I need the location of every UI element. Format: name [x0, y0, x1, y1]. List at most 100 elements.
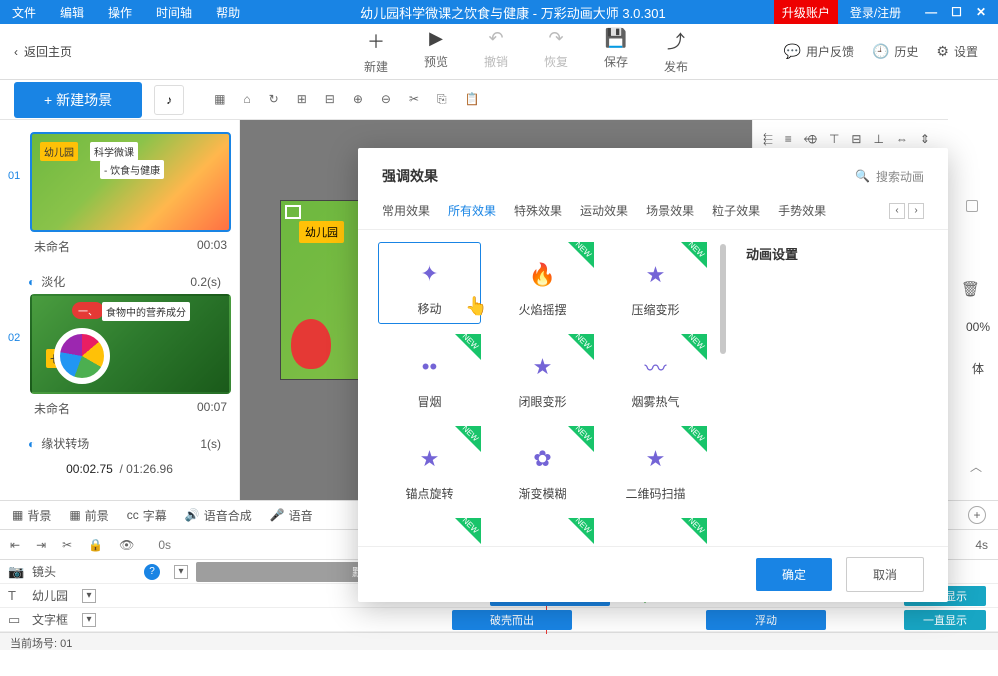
- scene-item[interactable]: 01 幼儿园科学微课- 饮食与健康 未命名00:03: [8, 132, 231, 261]
- effect-item[interactable]: [604, 518, 707, 546]
- effect-item[interactable]: ✦ 移动: [378, 242, 481, 324]
- dist-h-icon[interactable]: ⇔: [896, 132, 908, 147]
- prev-page-button[interactable]: ‹: [889, 203, 905, 219]
- bottom-tab[interactable]: 🎤语音: [270, 507, 313, 524]
- menu-edit[interactable]: 编辑: [48, 0, 96, 25]
- effect-item[interactable]: ✿ 渐变模糊: [491, 426, 594, 508]
- effect-item[interactable]: 🔥 火焰摇摆: [491, 242, 594, 324]
- layer-icon[interactable]: ▦: [214, 92, 225, 107]
- align-top-icon[interactable]: ⊤: [829, 132, 839, 147]
- zoom-out-icon[interactable]: ⊖: [381, 92, 391, 107]
- dialog-tab[interactable]: 场景效果: [646, 202, 694, 219]
- effect-item[interactable]: •• 冒烟: [378, 334, 481, 416]
- align-icon[interactable]: ⊞: [297, 92, 307, 107]
- bottom-tab[interactable]: cc字幕: [127, 507, 167, 524]
- copy-icon[interactable]: ⎘: [437, 92, 447, 107]
- dialog-tab[interactable]: 运动效果: [580, 202, 628, 219]
- tl-cut-icon[interactable]: ✂: [62, 538, 72, 552]
- dialog-tab[interactable]: 特殊效果: [514, 202, 562, 219]
- chevron-left-icon: ‹: [14, 45, 18, 59]
- effect-item[interactable]: ★ 闭眼变形: [491, 334, 594, 416]
- search-input[interactable]: 🔍 搜索动画: [855, 168, 924, 185]
- rotate-icon[interactable]: ↻: [269, 92, 279, 107]
- tl-eye-icon[interactable]: 👁: [119, 538, 134, 552]
- ok-button[interactable]: 确定: [756, 558, 832, 591]
- track-header[interactable]: T 幼儿园 ▾: [0, 587, 196, 604]
- feedback-button[interactable]: 💬用户反馈: [784, 43, 854, 60]
- save-button[interactable]: 💾保存: [586, 28, 646, 75]
- timeline-clip[interactable]: 破壳而出: [452, 610, 572, 630]
- align-right-icon[interactable]: ⬲: [804, 132, 817, 147]
- scene-item[interactable]: 02 一、食物中的营养成分七大营养素 未命名00:07: [8, 294, 231, 423]
- effect-item[interactable]: [378, 518, 481, 546]
- effect-item[interactable]: 〰 烟雾热气: [604, 334, 707, 416]
- expand-button[interactable]: ▾: [82, 589, 96, 603]
- effect-item[interactable]: ★ 锚点旋转: [378, 426, 481, 508]
- transition-row[interactable]: ◐ 缘状转场 1(s): [8, 431, 231, 456]
- new-button[interactable]: ＋新建: [346, 28, 406, 75]
- track-header[interactable]: ▭ 文字框 ▾: [0, 611, 196, 628]
- align-center-icon[interactable]: ≡: [785, 132, 792, 147]
- preview-button[interactable]: ▶预览: [406, 28, 466, 75]
- bottom-tab[interactable]: ▦前景: [69, 507, 108, 524]
- fit-icon[interactable]: ⊟: [325, 92, 335, 107]
- menu-action[interactable]: 操作: [96, 0, 144, 25]
- transition-row[interactable]: ◐ 淡化 0.2(s): [8, 269, 231, 294]
- expand-button[interactable]: ▾: [82, 613, 96, 627]
- settings-button[interactable]: ⚙设置: [936, 43, 978, 60]
- effect-item[interactable]: ★ 二维码扫描: [604, 426, 707, 508]
- dialog-tab[interactable]: 粒子效果: [712, 202, 760, 219]
- help-icon[interactable]: ?: [144, 564, 160, 580]
- canvas-tools: ▦ ⌂ ↻ ⊞ ⊟ ⊕ ⊖ ✂ ⎘ 📋: [214, 92, 480, 107]
- max-button[interactable]: ☐: [951, 5, 962, 19]
- dist-v-icon[interactable]: ⇕: [920, 132, 930, 147]
- login-button[interactable]: 登录/注册: [838, 0, 913, 25]
- menu-file[interactable]: 文件: [0, 0, 48, 25]
- effect-item[interactable]: ★ 压缩变形: [604, 242, 707, 324]
- scene-thumbnail[interactable]: 幼儿园科学微课- 饮食与健康: [30, 132, 231, 232]
- dialog-tab[interactable]: 常用效果: [382, 202, 430, 219]
- menu-help[interactable]: 帮助: [204, 0, 252, 25]
- close-button[interactable]: ✕: [976, 5, 986, 19]
- redo-button[interactable]: ↷恢复: [526, 28, 586, 75]
- next-page-button[interactable]: ›: [908, 203, 924, 219]
- dialog-tab[interactable]: 手势效果: [778, 202, 826, 219]
- expand-button[interactable]: ▾: [174, 565, 188, 579]
- align-bot-icon[interactable]: ⊥: [873, 132, 883, 147]
- add-track-button[interactable]: +: [968, 506, 986, 524]
- delete-icon[interactable]: 🗑: [961, 270, 994, 298]
- cut-icon[interactable]: ✂: [409, 92, 419, 107]
- scene-thumbnail[interactable]: 一、食物中的营养成分七大营养素: [30, 294, 231, 394]
- music-button[interactable]: ♪: [154, 85, 184, 115]
- chevron-up-icon[interactable]: ︿: [970, 458, 982, 475]
- bottom-tab[interactable]: 🔊语音合成: [185, 507, 252, 524]
- timeline-clip[interactable]: 一直显示: [904, 610, 986, 630]
- min-button[interactable]: —: [925, 5, 937, 19]
- cancel-button[interactable]: 取消: [846, 557, 924, 592]
- tl-lock-icon[interactable]: 🔒: [88, 538, 103, 552]
- zoom-in-icon[interactable]: ⊕: [353, 92, 363, 107]
- undo-button[interactable]: ↶撤销: [466, 28, 526, 75]
- effect-icon: ★: [640, 259, 672, 291]
- goto-start-icon[interactable]: ⇤: [10, 538, 20, 552]
- back-home-button[interactable]: ‹ 返回主页: [0, 43, 86, 60]
- checkbox-edge[interactable]: [966, 200, 978, 212]
- track-body[interactable]: 破壳而出 浮动 一直显示: [196, 608, 998, 631]
- track-header[interactable]: 📷 镜头 ? ▾: [0, 563, 196, 580]
- history-button[interactable]: 🕘历史: [872, 43, 918, 60]
- publish-button[interactable]: ⤴发布: [646, 28, 706, 75]
- align-left-icon[interactable]: ⬱: [763, 132, 773, 147]
- dialog-tab[interactable]: 所有效果: [448, 202, 496, 219]
- goto-end-icon[interactable]: ⇥: [36, 538, 46, 552]
- home-icon[interactable]: ⌂: [243, 92, 250, 107]
- align-mid-icon[interactable]: ⊟: [851, 132, 861, 147]
- scrollbar[interactable]: [720, 244, 726, 354]
- new-scene-button[interactable]: + 新建场景: [14, 82, 142, 118]
- bottom-tab[interactable]: ▦背景: [12, 507, 51, 524]
- timeline-clip[interactable]: 浮动: [706, 610, 826, 630]
- menu-timeline[interactable]: 时间轴: [144, 0, 204, 25]
- paste-icon[interactable]: 📋: [465, 92, 480, 107]
- effect-icon: ✿: [527, 443, 559, 475]
- effect-item[interactable]: [491, 518, 594, 546]
- upgrade-button[interactable]: 升级账户: [774, 0, 838, 24]
